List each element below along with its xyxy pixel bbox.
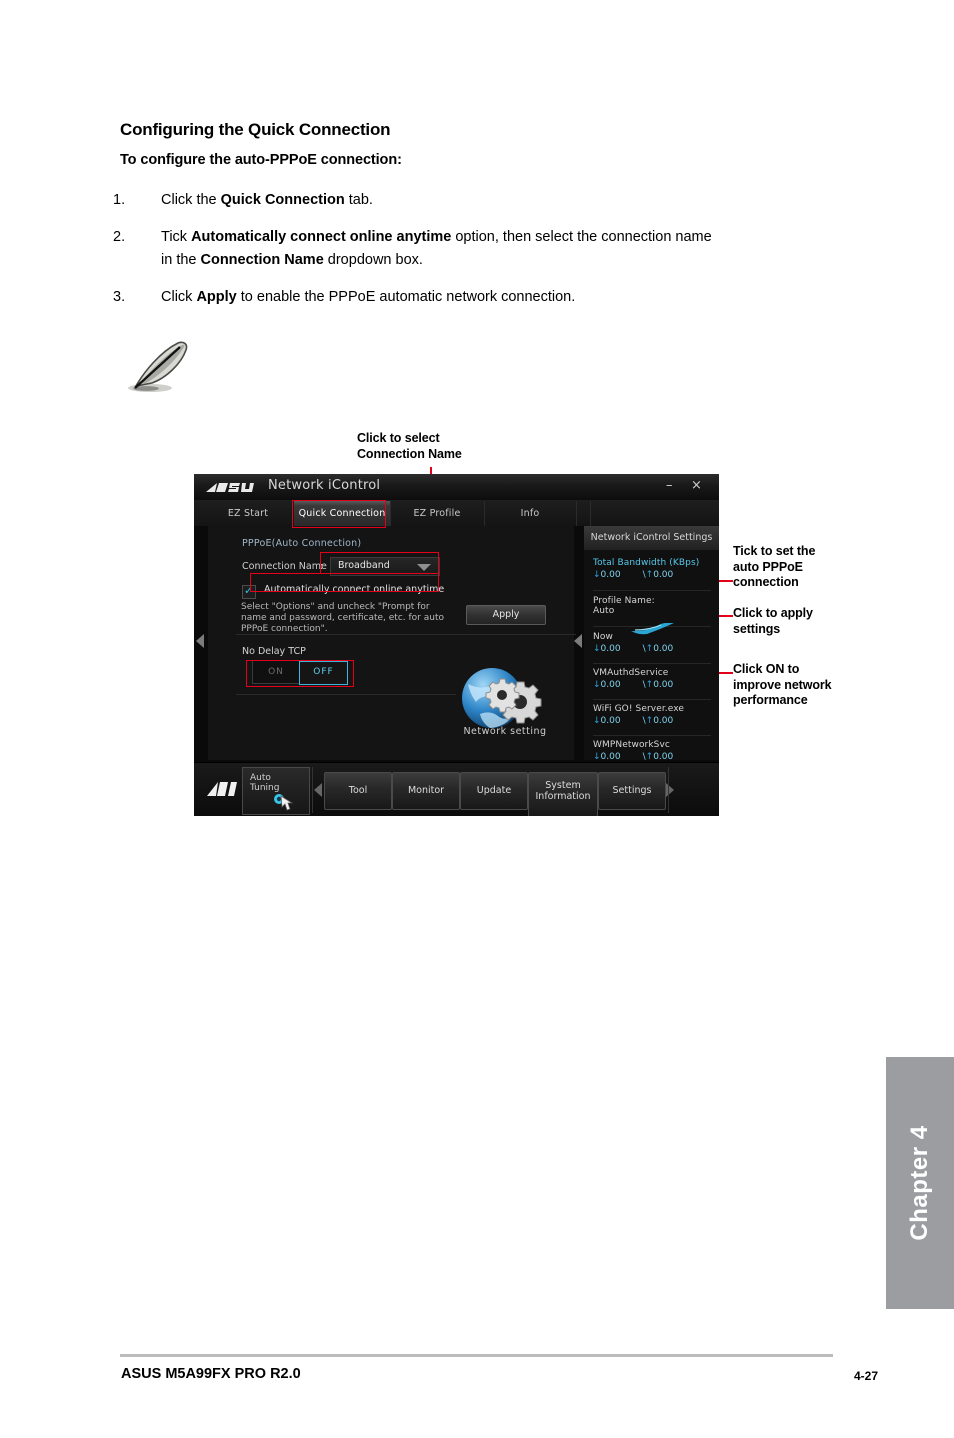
highlight-connection-dropdown	[320, 552, 439, 574]
highlight-toggle-on-off	[246, 660, 354, 687]
network-icontrol-window: Network iControl – × EZ Start Quick Conn…	[194, 474, 719, 816]
minimize-icon[interactable]: –	[666, 478, 673, 493]
toolbar-button-system-information[interactable]: System Information	[528, 772, 598, 816]
settings-pane-header: Network iControl Settings	[584, 526, 719, 550]
footer-rule	[120, 1354, 833, 1357]
settings-item-values: ↓0.00 \↑0.00	[593, 570, 674, 580]
settings-item-name: Profile Name:	[593, 596, 655, 606]
step-2-text: Tick Automatically connect online anytim…	[161, 229, 712, 268]
settings-separator	[593, 735, 711, 736]
page-subtitle: To configure the auto-PPPoE connection:	[120, 152, 402, 168]
settings-item-values: ↓0.00 \↑0.00	[593, 644, 674, 654]
settings-item-vmauthdservice: VMAuthdService ↓0.00 \↑0.00	[593, 668, 713, 690]
connection-name-label: Connection Name	[242, 561, 327, 572]
asus-logo-icon	[204, 480, 260, 494]
step-2: 2. Tick Automatically connect online any…	[113, 226, 893, 272]
chapter-tab-label: Chapter 4	[906, 1125, 933, 1241]
tab-strip-filler	[576, 501, 591, 526]
settings-separator	[593, 699, 711, 700]
quill-note-icon	[126, 338, 196, 400]
toolbar-button-line1: System	[545, 780, 581, 791]
settings-item-values: ↓0.00 \↑0.00	[593, 752, 674, 762]
step-3-number: 3.	[113, 289, 126, 305]
chapter-tab: Chapter 4	[886, 1057, 954, 1309]
tab-ez-start[interactable]: EZ Start	[202, 501, 295, 526]
highlight-auto-connect-checkbox	[250, 573, 439, 592]
settings-item-name: Total Bandwidth (KBps)	[593, 558, 700, 568]
callout-click-on: Click ON to improve network performance	[733, 662, 832, 707]
step-1-text: Click the Quick Connection tab.	[161, 192, 373, 208]
network-setting-label: Network setting	[463, 726, 547, 737]
footer-product-name: ASUS M5A99FX PRO R2.0	[121, 1366, 301, 1382]
page-title: Configuring the Quick Connection	[120, 120, 391, 139]
settings-separator	[593, 590, 711, 591]
tab-strip: EZ Start Quick Connection EZ Profile Inf…	[194, 500, 719, 526]
step-3: 3. Click Apply to enable the PPPoE autom…	[113, 286, 893, 309]
settings-item-total-bandwidth: Total Bandwidth (KBps) ↓0.00 \↑0.00	[593, 558, 713, 580]
divider-2	[236, 694, 456, 695]
ai-suite-logo-icon	[206, 779, 240, 799]
window-title-bar: Network iControl – ×	[194, 474, 719, 501]
toolbar-button-monitor[interactable]: Monitor	[392, 772, 460, 810]
step-3-text: Click Apply to enable the PPPoE automati…	[161, 289, 576, 305]
settings-item-values: ↓0.00 \↑0.00	[593, 680, 674, 690]
settings-separator	[593, 663, 711, 664]
settings-item-profile-value: Auto	[593, 606, 615, 616]
pppoe-section-label: PPPoE(Auto Connection)	[242, 538, 362, 549]
toolbar-divider-left	[312, 767, 313, 813]
tab-info[interactable]: Info	[484, 501, 577, 526]
app-title: Network iControl	[268, 478, 381, 493]
settings-item-name: WMPNetworkSvc	[593, 740, 670, 750]
step-2-number: 2.	[113, 229, 126, 245]
divider-1	[236, 634, 576, 635]
cursor-hand-icon	[273, 792, 297, 812]
tab-ez-profile[interactable]: EZ Profile	[390, 501, 485, 526]
no-delay-tcp-label: No Delay TCP	[242, 646, 306, 657]
toolbar-button-line2: Information	[535, 791, 591, 802]
settings-item-name: VMAuthdService	[593, 668, 669, 678]
settings-item-wifigo-server: WiFi GO! Server.exe ↓0.00 \↑0.00	[593, 704, 713, 726]
settings-item-wmpnetworksvc: WMPNetworkSvc ↓0.00 \↑0.00	[593, 740, 713, 762]
settings-item-values: ↓0.00 \↑0.00	[593, 716, 674, 726]
callout-click-apply: Click to apply settings	[733, 606, 813, 636]
footer-page-number: 4-27	[854, 1369, 879, 1383]
callout-select-connection-name: Click to select Connection Name	[357, 431, 462, 461]
settings-item-profile-name: Profile Name: Auto	[593, 596, 713, 616]
toolbar-divider-right	[668, 767, 669, 813]
step-1-number: 1.	[113, 192, 126, 208]
flash-icon	[631, 620, 675, 635]
auto-tuning-line1: Auto	[250, 773, 271, 783]
auto-tuning-button[interactable]: Auto Tuning	[242, 767, 310, 815]
toolbar-button-update[interactable]: Update	[460, 772, 528, 810]
close-icon[interactable]: ×	[691, 478, 702, 493]
toolbar-button-settings[interactable]: Settings	[598, 772, 666, 810]
settings-side-pane: Network iControl Settings Total Bandwidt…	[584, 526, 719, 762]
highlight-quick-connection-tab	[292, 500, 386, 528]
collapse-left-arrow-side[interactable]	[574, 634, 582, 648]
step-1: 1. Click the Quick Connection tab.	[113, 189, 893, 212]
settings-item-now: Now ↓0.00 \↑0.00	[593, 622, 713, 654]
toolbar-scroll-left-arrow[interactable]	[314, 783, 322, 797]
callout-tick-auto-pppoe: Tick to set the auto PPPoE connection	[733, 544, 816, 589]
settings-item-name: WiFi GO! Server.exe	[593, 704, 685, 714]
collapse-left-arrow-main[interactable]	[196, 634, 204, 648]
pppoe-hint-text: Select "Options" and uncheck "Prompt for…	[241, 602, 444, 634]
apply-button[interactable]: Apply	[466, 605, 546, 625]
bottom-toolbar: Auto Tuning Tool Monitor Update System I…	[194, 762, 719, 816]
toolbar-button-tool[interactable]: Tool	[324, 772, 392, 810]
